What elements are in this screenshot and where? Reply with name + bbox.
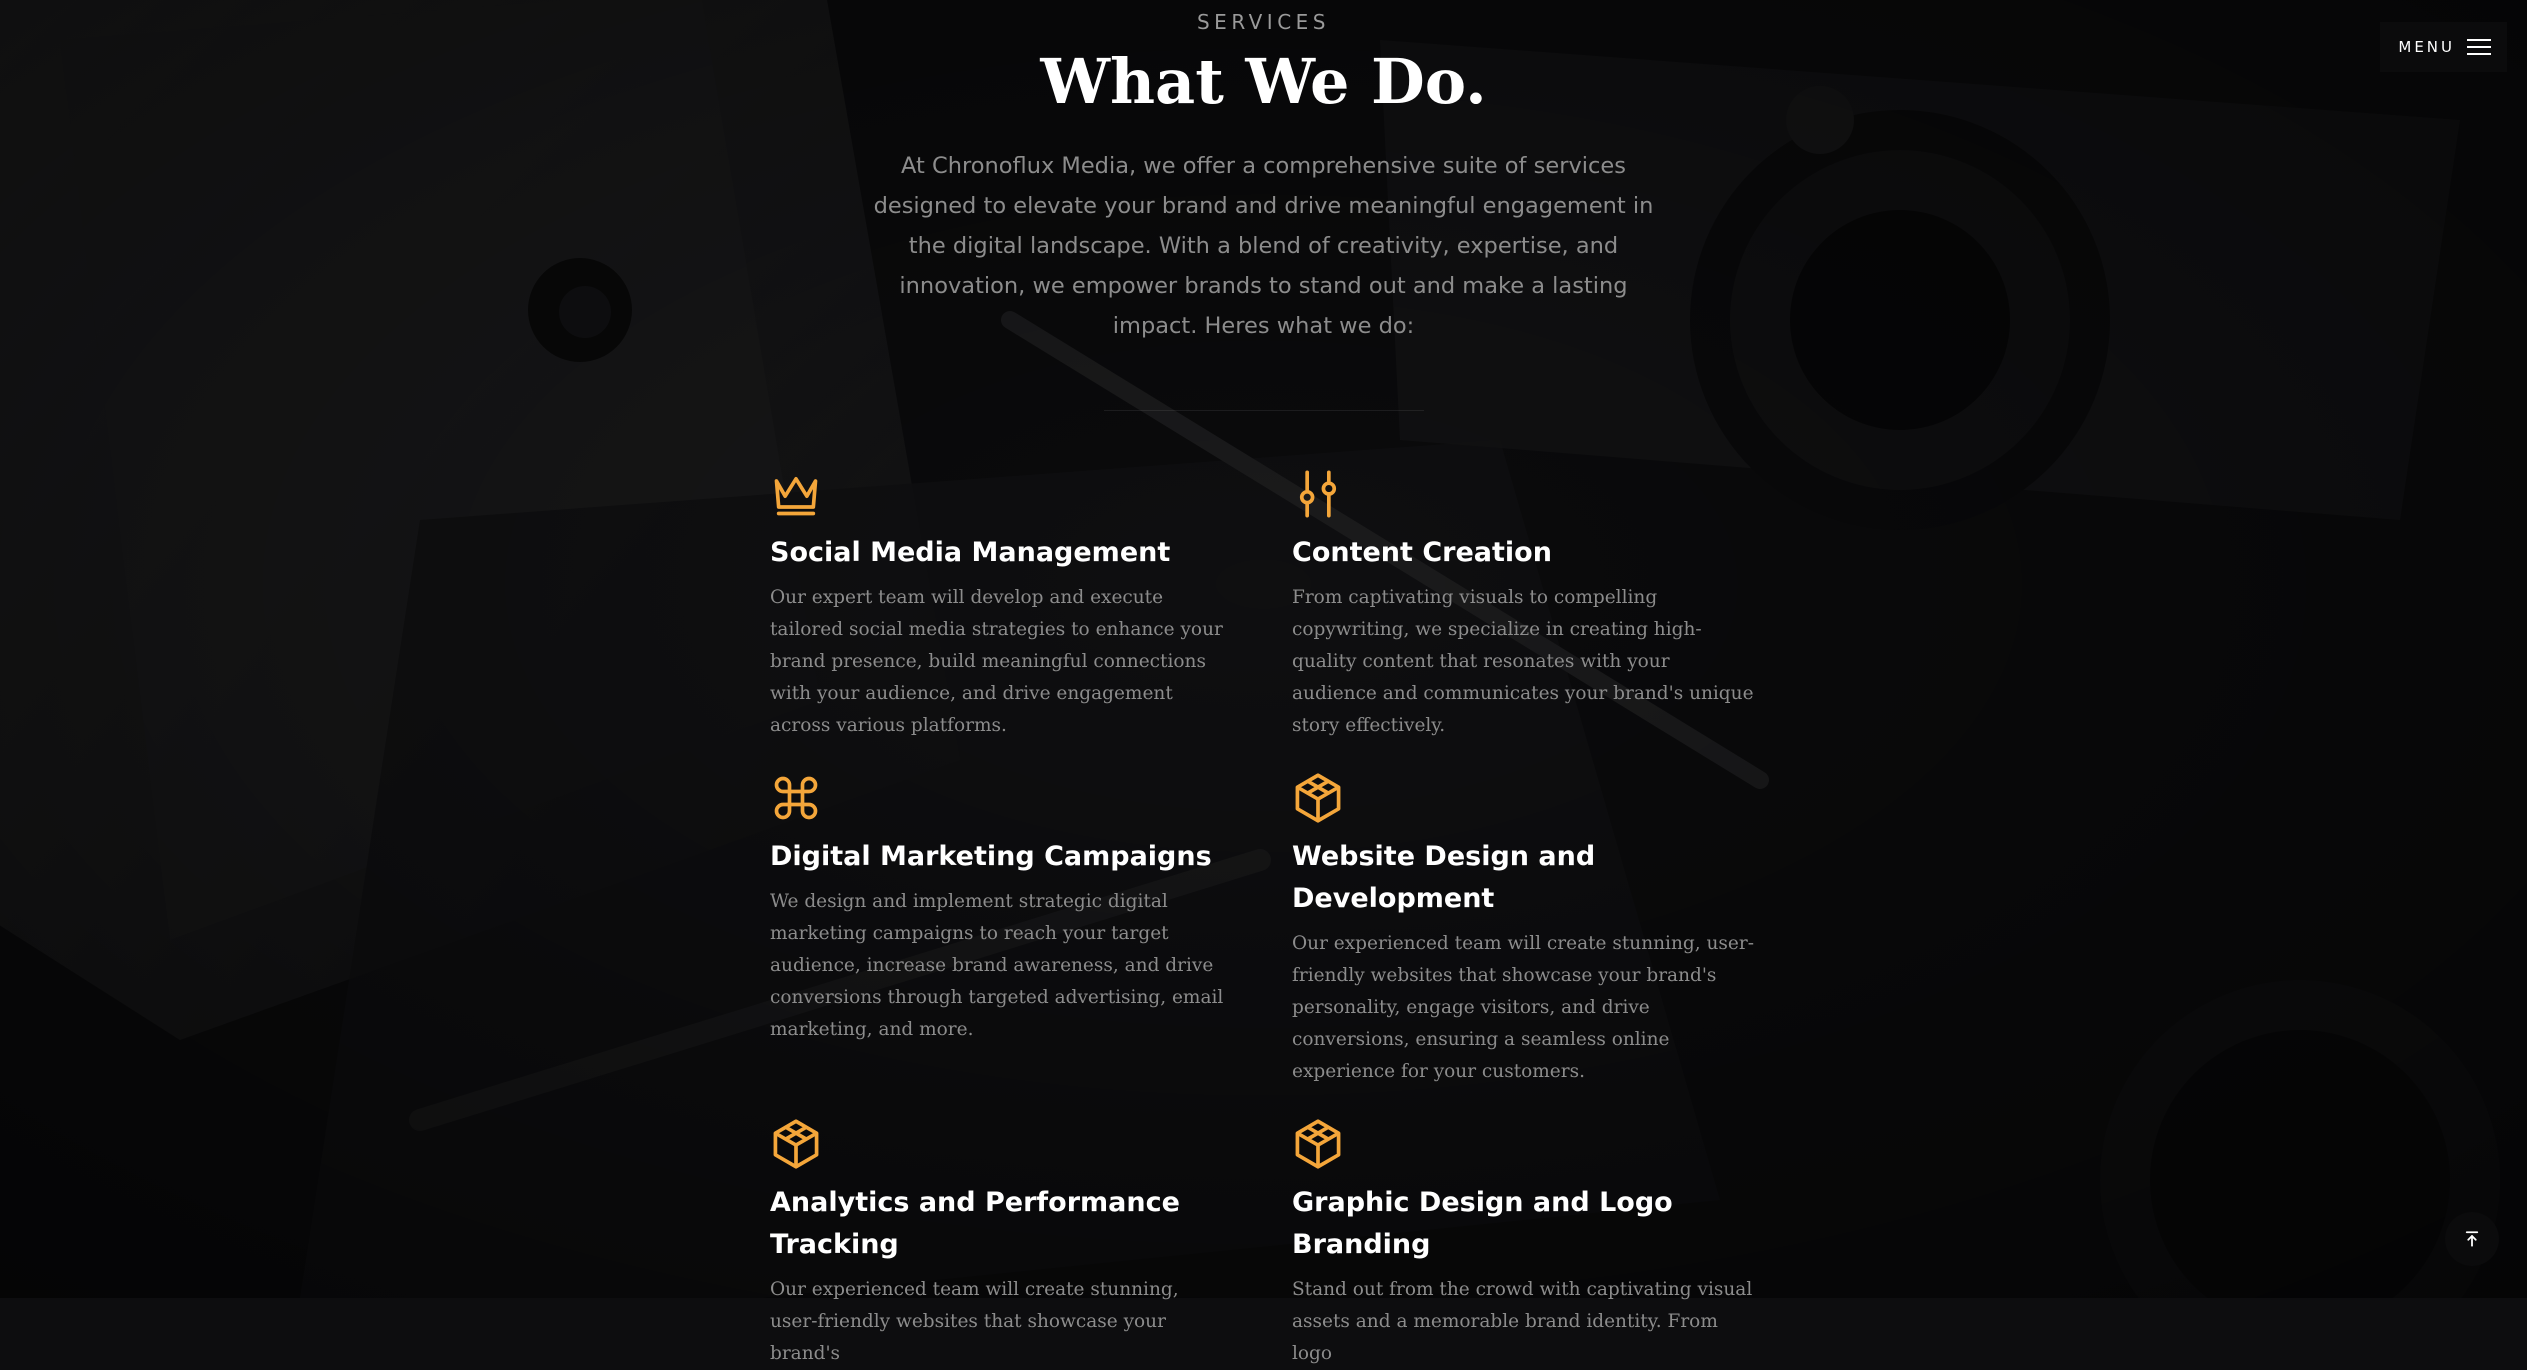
service-title: Digital Marketing Campaigns (770, 841, 1212, 872)
service-title: Analytics and Performance Tracking (770, 1187, 1180, 1260)
divider (1103, 410, 1424, 412)
services-header: SERVICES What We Do. At Chronoflux Media… (0, 0, 2527, 412)
service-card: Website Design and Development Our exper… (1292, 772, 1760, 1088)
service-card: Content Creation From captivating visual… (1292, 468, 1760, 742)
scroll-to-top-button[interactable] (2445, 1212, 2499, 1266)
service-description: Our expert team will develop and execute… (770, 587, 1223, 736)
crown-icon (770, 468, 822, 520)
hamburger-icon (2467, 39, 2491, 55)
service-title: Content Creation (1292, 537, 1552, 568)
service-title: Social Media Management (770, 537, 1171, 568)
services-grid: Social Media Management Our expert team … (770, 468, 1760, 1370)
sliders-icon (1292, 468, 1344, 520)
command-icon (770, 772, 822, 824)
service-description: From captivating visuals to compelling c… (1292, 587, 1754, 736)
page-title: What We Do. (1040, 45, 1487, 118)
service-description: Stand out from the crowd with captivatin… (1292, 1279, 1753, 1364)
menu-button[interactable]: MENU (2380, 22, 2507, 72)
arrow-up-to-line-icon (2465, 1231, 2479, 1247)
service-card: Analytics and Performance Tracking Our e… (770, 1118, 1292, 1370)
section-eyebrow: SERVICES (1196, 10, 1330, 34)
cube-icon (1292, 772, 1344, 824)
cube-icon (1292, 1118, 1344, 1170)
service-card: Social Media Management Our expert team … (770, 468, 1292, 742)
menu-label: MENU (2398, 38, 2455, 56)
service-description: Our experienced team will create stunnin… (1292, 933, 1754, 1082)
service-description: Our experienced team will create stunnin… (770, 1279, 1179, 1364)
service-description: We design and implement strategic digita… (770, 891, 1224, 1040)
intro-paragraph: At Chronoflux Media, we offer a comprehe… (873, 153, 1654, 340)
cube-icon (770, 1118, 822, 1170)
service-title: Graphic Design and Logo Branding (1292, 1187, 1673, 1260)
service-title: Website Design and Development (1292, 841, 1596, 914)
service-card: Graphic Design and Logo Branding Stand o… (1292, 1118, 1760, 1370)
service-card: Digital Marketing Campaigns We design an… (770, 772, 1292, 1088)
